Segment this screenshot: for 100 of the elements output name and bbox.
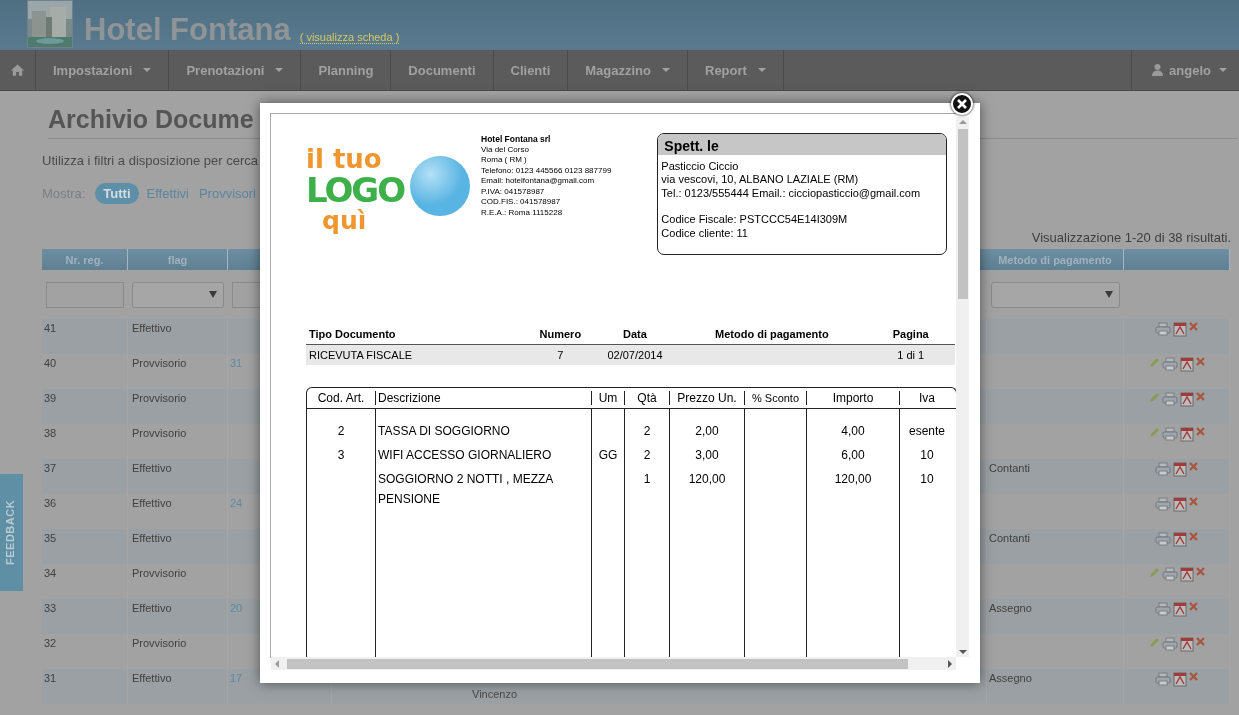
caret-icon [757, 68, 766, 72]
filter-tab[interactable]: Tutti [95, 183, 139, 204]
table-cell: GG [598, 448, 618, 462]
view-details-link[interactable]: ( visualizza scheda ) [299, 31, 400, 44]
vertical-scrollbar[interactable] [956, 117, 969, 657]
reference-link[interactable]: 17 [230, 672, 243, 684]
horizontal-scrollbar[interactable] [271, 657, 956, 670]
reference-link[interactable]: 20 [230, 602, 243, 614]
pdf-icon[interactable] [1180, 637, 1194, 652]
caret-icon [275, 68, 284, 72]
recipient-detail: Codice Fiscale: PSTCCC54E14I309M [661, 213, 849, 227]
column-header: Numero [539, 328, 582, 340]
results-summary: Visualizzazione 1-20 di 38 risultati. [1031, 230, 1231, 245]
pdf-icon[interactable] [1180, 357, 1194, 372]
intro-text: Utilizza i filtri a disposizione per cerca [42, 153, 259, 168]
table-cell: 1 [643, 472, 651, 486]
table-cell: 10 [920, 448, 934, 462]
table-cell: 02/07/2014 [607, 349, 663, 361]
user-menu[interactable]: angelo [1131, 50, 1239, 90]
nav-menu-item[interactable]: Report [688, 50, 784, 90]
delete-icon[interactable] [1196, 357, 1205, 366]
printer-icon[interactable] [1162, 427, 1178, 441]
table-cell: Vincenzo [472, 688, 518, 700]
delete-icon[interactable] [1189, 532, 1198, 541]
table-cell: Effettivo [132, 672, 172, 684]
printer-icon[interactable] [1162, 357, 1178, 371]
delete-icon[interactable] [1189, 497, 1198, 506]
printer-icon[interactable] [1155, 322, 1171, 336]
filter-select[interactable] [991, 281, 1120, 308]
filter-select[interactable] [132, 281, 224, 308]
table-cell: Effettivo [132, 532, 172, 544]
printer-icon[interactable] [1155, 532, 1171, 546]
delete-icon[interactable] [1189, 322, 1198, 331]
reference-link[interactable]: 24 [230, 497, 243, 509]
filter-tab[interactable]: Effettivi [144, 183, 191, 204]
table-cell: 10 [920, 472, 934, 486]
table-cell: Effettivo [132, 602, 172, 614]
nav-menu-item[interactable]: Impostazioni [36, 50, 170, 90]
table-cell: 2,00 [695, 424, 719, 438]
pdf-icon[interactable] [1180, 392, 1194, 407]
feedback-tab[interactable]: FEEDBACK [0, 474, 23, 591]
table-cell: Effettivo [132, 462, 172, 474]
logo-drawing: il tuo LOGO quì [306, 144, 472, 244]
table-cell: 37 [44, 462, 57, 474]
table-cell: 3 [337, 448, 345, 462]
filter-tab[interactable]: Provvisori [196, 183, 258, 204]
table-cell: Contanti [989, 532, 1030, 544]
caret-icon [1219, 68, 1227, 72]
recipient-detail: Tel.: 0123/555444 Email.: cicciopasticcio@gmail.com [661, 186, 922, 201]
column-header: Data [623, 328, 647, 340]
company-detail: Via del Corso [481, 144, 530, 155]
printer-icon[interactable] [1155, 462, 1171, 476]
nav-menu-item[interactable]: Magazzino [568, 50, 688, 90]
nav-menu-item[interactable]: Clienti [493, 50, 569, 90]
pdf-icon[interactable] [1173, 532, 1187, 547]
printer-icon[interactable] [1155, 672, 1171, 686]
delete-icon[interactable] [1196, 637, 1205, 646]
delete-icon[interactable] [1189, 672, 1198, 681]
table-cell: WIFI ACCESSO GIORNALIERO [378, 448, 552, 462]
table-cell: RICEVUTA FISCALE [309, 349, 413, 361]
printer-icon[interactable] [1155, 497, 1171, 511]
nav-menu-item[interactable]: Planning [301, 50, 392, 90]
pdf-icon[interactable] [1173, 497, 1187, 512]
printer-icon[interactable] [1162, 637, 1178, 651]
delete-icon[interactable] [1196, 567, 1205, 576]
company-detail: Telefono: 0123 445566 0123 887799 [481, 165, 612, 176]
table-cell: Effettivo [132, 322, 172, 334]
recipient-heading: Spett. le [658, 134, 947, 155]
pdf-icon[interactable] [1173, 672, 1187, 687]
pdf-icon[interactable] [1180, 427, 1194, 442]
table-cell: Assegno [989, 602, 1032, 614]
table-cell: Provvisorio [132, 392, 187, 404]
table-cell: 120,00 [688, 472, 726, 486]
company-detail: COD.FIS.: 041578987 [481, 197, 562, 208]
table-cell: 41 [44, 322, 57, 334]
table-cell: 2 [337, 424, 345, 438]
pdf-icon[interactable] [1180, 567, 1194, 582]
hotel-title: Hotel Fontana [84, 12, 291, 48]
column-header: Tipo Documento [309, 328, 396, 340]
reference-link[interactable]: 31 [230, 357, 243, 369]
close-button[interactable] [951, 93, 973, 115]
pdf-icon[interactable] [1173, 602, 1187, 617]
pdf-icon[interactable] [1173, 462, 1187, 477]
printer-icon[interactable] [1162, 392, 1178, 406]
table-cell: 34 [44, 567, 57, 579]
pdf-icon[interactable] [1173, 322, 1187, 337]
delete-icon[interactable] [1196, 392, 1205, 401]
company-detail: Email: hotelfontana@gmail.com [481, 176, 596, 187]
table-cell: 33 [44, 602, 57, 614]
nav-menu-item[interactable]: Prenotazioni [169, 50, 302, 90]
column-header: Um [598, 391, 618, 405]
filter-input[interactable] [46, 281, 124, 308]
nav-menu-item[interactable]: Documenti [391, 50, 494, 90]
printer-icon[interactable] [1162, 567, 1178, 581]
delete-icon[interactable] [1196, 427, 1205, 436]
table-cell: 3,00 [695, 448, 719, 462]
printer-icon[interactable] [1155, 602, 1171, 616]
delete-icon[interactable] [1189, 462, 1198, 471]
table-cell: 31 [44, 672, 57, 684]
delete-icon[interactable] [1189, 602, 1198, 611]
